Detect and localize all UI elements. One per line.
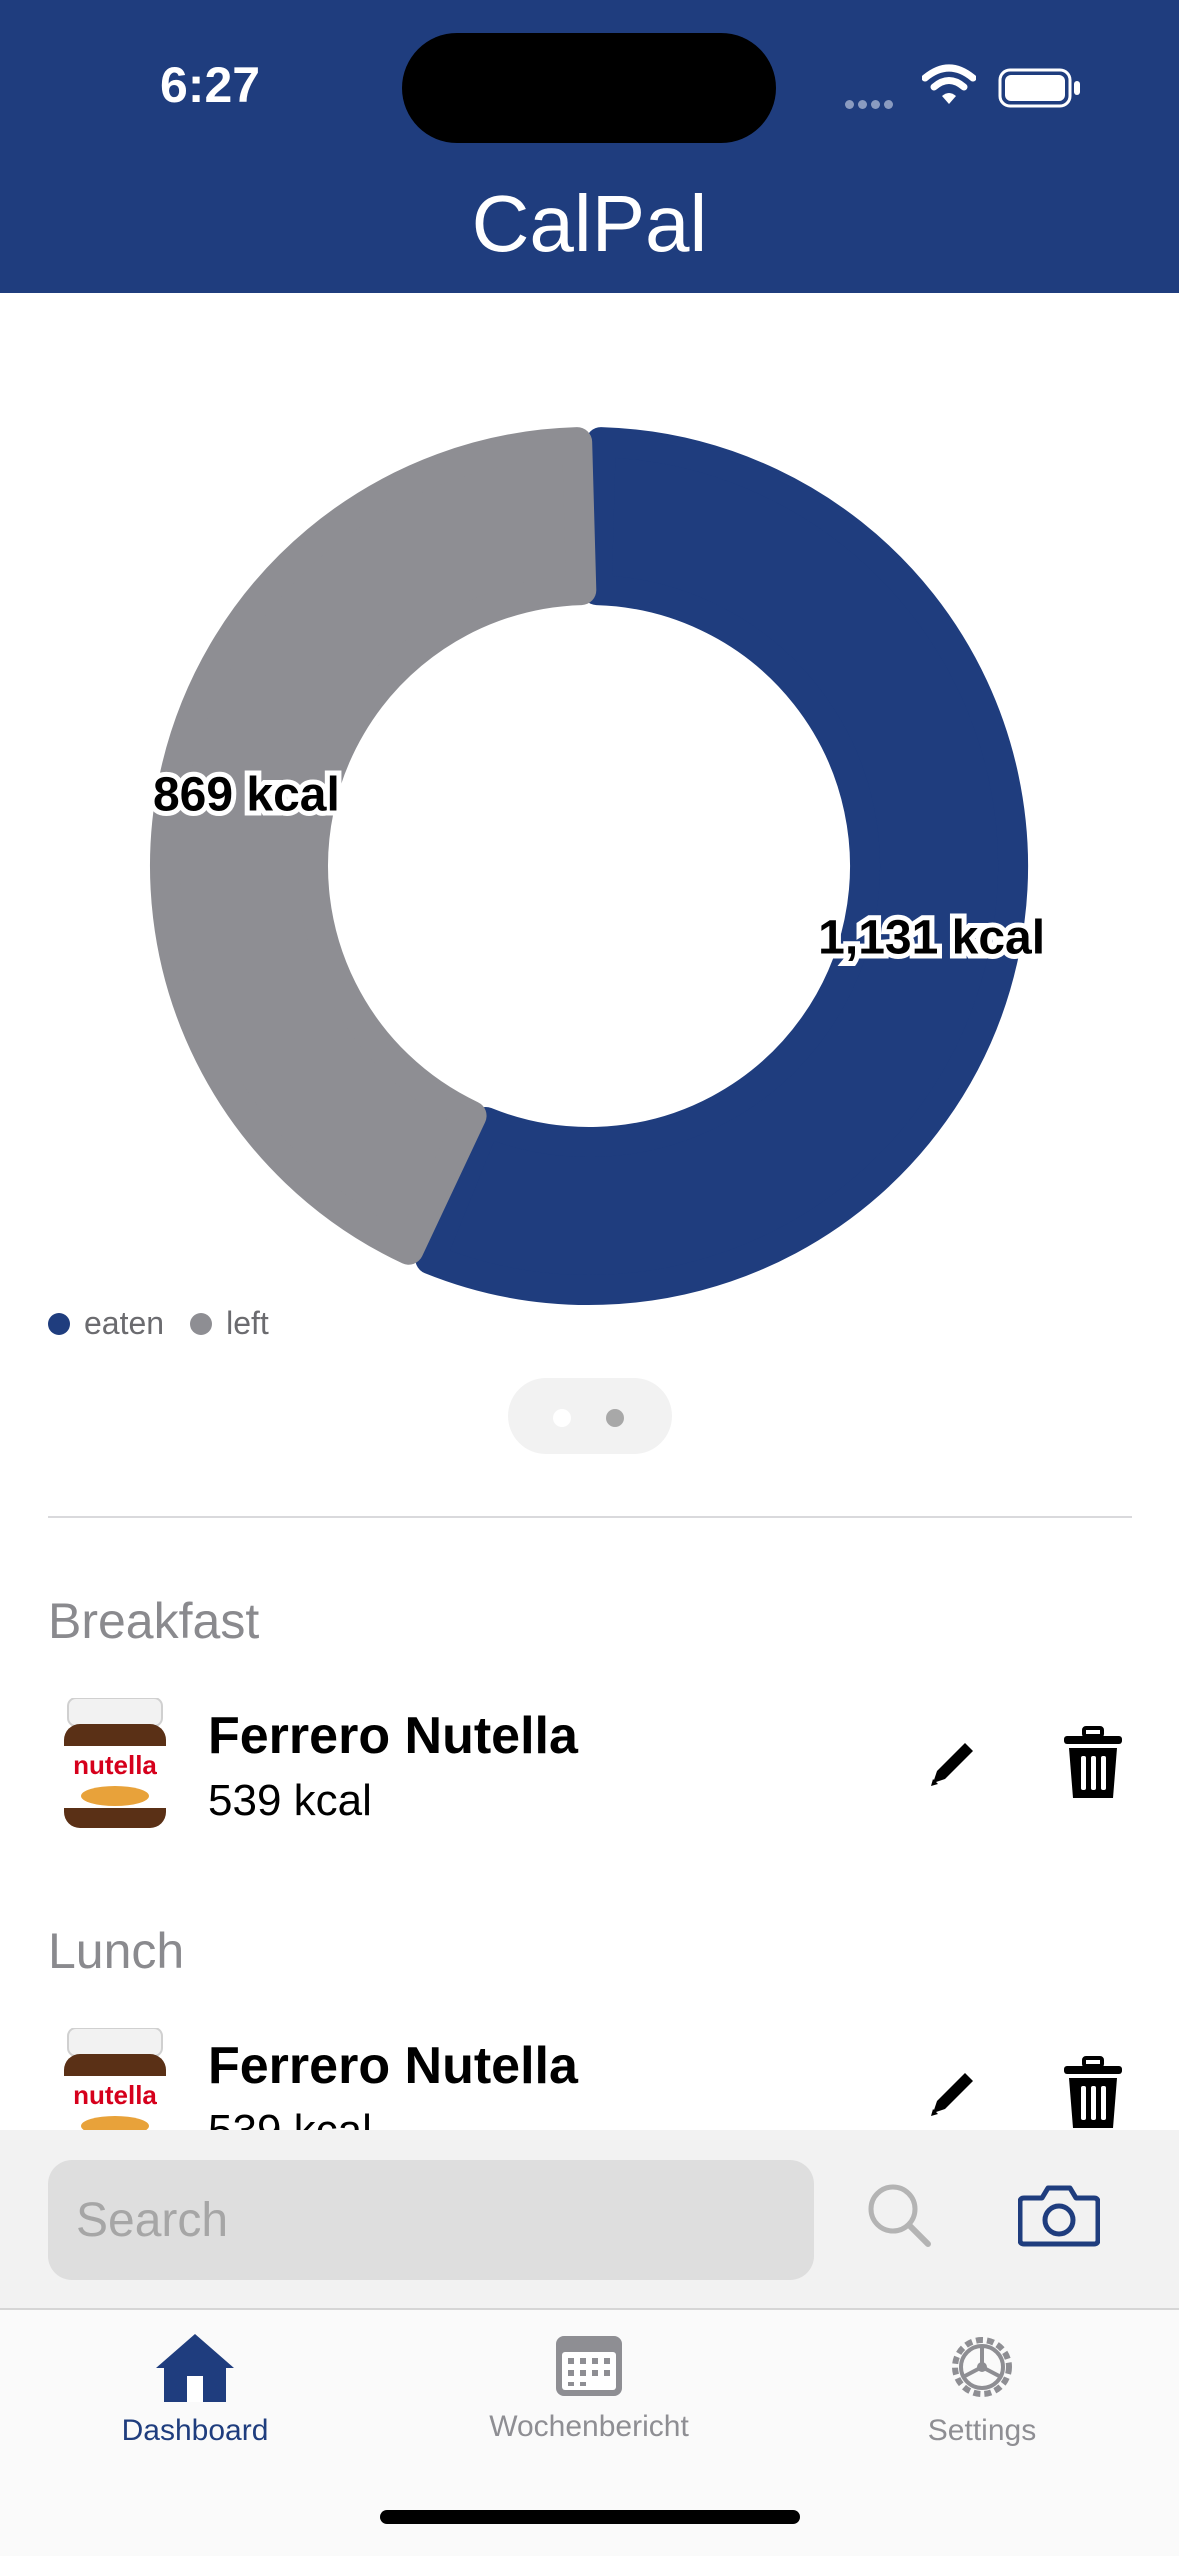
search-icon[interactable] <box>864 2180 934 2250</box>
food-name: Ferrero Nutella <box>208 1707 578 1765</box>
delete-button[interactable] <box>1048 2048 1138 2138</box>
meal-section-title-lunch: Lunch <box>48 1923 185 1979</box>
app-title: CalPal <box>471 179 708 268</box>
legend-item-left: left <box>190 1305 269 1342</box>
calendar-icon <box>556 2336 622 2396</box>
donut-label-left: 869 kcal <box>153 768 340 821</box>
tab-label-wochenbericht: Wochenbericht <box>489 2410 689 2443</box>
tab-label-dashboard: Dashboard <box>121 2414 269 2447</box>
home-indicator <box>380 2510 800 2524</box>
food-kcal: 539 kcal <box>208 1776 372 1825</box>
section-divider <box>48 1516 1132 1518</box>
wifi-icon <box>922 64 976 104</box>
svg-text:nutella: nutella <box>73 2080 157 2110</box>
calorie-donut-chart: 1,131 kcal 869 kcal <box>148 427 1050 1305</box>
edit-button[interactable] <box>908 1718 998 1808</box>
pencil-icon <box>931 1743 973 1786</box>
legend-item-eaten: eaten <box>48 1305 164 1342</box>
search-toolbar <box>0 2130 1179 2308</box>
nutella-jar-image: nutella <box>64 1698 166 1828</box>
legend-dot-left <box>190 1312 213 1335</box>
camera-icon[interactable] <box>1018 2182 1100 2248</box>
house-icon <box>156 2334 234 2402</box>
gear-icon <box>952 2337 1012 2397</box>
meal-section-title-breakfast: Breakfast <box>48 1593 260 1649</box>
legend-dot-eaten <box>48 1312 70 1335</box>
tab-label-settings: Settings <box>927 2414 1037 2447</box>
donut-label-eaten: 1,131 kcal <box>818 912 1045 965</box>
pencil-icon <box>931 2073 973 2116</box>
battery-icon <box>998 68 1080 108</box>
legend-label-eaten: eaten <box>84 1305 165 1341</box>
delete-button[interactable] <box>1048 1718 1138 1808</box>
page-control[interactable] <box>508 1378 672 1454</box>
search-input[interactable] <box>48 2160 814 2280</box>
tab-wochenbericht[interactable]: Wochenbericht <box>459 2330 719 2444</box>
edit-button[interactable] <box>908 2048 998 2138</box>
svg-text:nutella: nutella <box>73 1750 157 1780</box>
legend-label-left: left <box>226 1305 269 1341</box>
food-name: Ferrero Nutella <box>208 2037 578 2095</box>
tab-settings[interactable]: Settings <box>852 2330 1112 2448</box>
tab-dashboard[interactable]: Dashboard <box>65 2330 325 2448</box>
page-dot-1[interactable] <box>553 1409 571 1427</box>
dynamic-island <box>402 33 776 143</box>
trash-icon <box>1064 2056 1122 2128</box>
chart-legend: eaten left <box>48 1305 295 1342</box>
page-dot-2[interactable] <box>606 1409 624 1427</box>
search-field[interactable] <box>48 2160 814 2280</box>
cellular-signal-icon <box>845 96 897 114</box>
trash-icon <box>1064 1726 1122 1798</box>
status-time: 6:27 <box>160 57 261 113</box>
app-header: 6:27 CalPal <box>0 0 1179 293</box>
